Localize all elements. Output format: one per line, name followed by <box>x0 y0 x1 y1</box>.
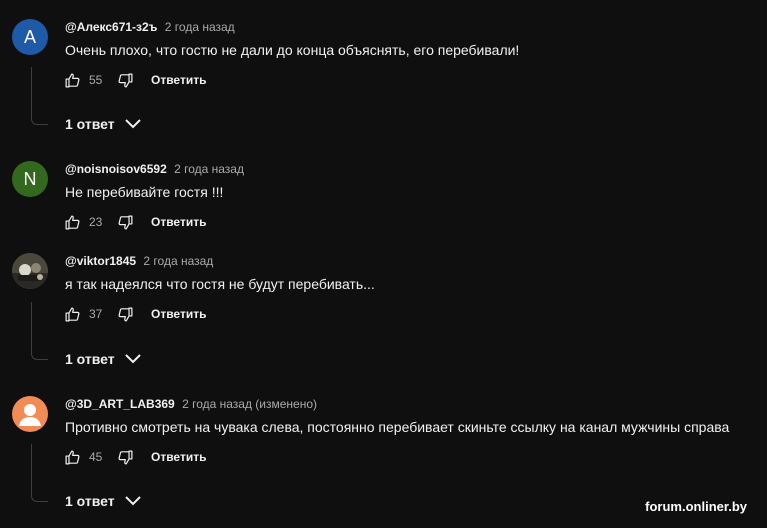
avatar[interactable] <box>12 396 48 432</box>
comment-author[interactable]: @viktor1845 <box>65 254 136 268</box>
like-count: 45 <box>89 450 103 464</box>
thumb-up-icon[interactable] <box>63 213 81 231</box>
chevron-down-icon <box>124 118 142 130</box>
like-count: 55 <box>89 73 103 87</box>
person-icon <box>19 404 41 426</box>
comment-author[interactable]: @3D_ART_LAB369 <box>65 397 175 411</box>
replies-count-label: 1 ответ <box>65 493 115 509</box>
comment-actions: 55 Ответить <box>63 68 206 92</box>
thumb-up-icon[interactable] <box>63 448 81 466</box>
replies-count-label: 1 ответ <box>65 116 115 132</box>
comment-header: @Алекс671-з2ъ 2 года назад <box>65 19 235 35</box>
thumb-down-icon[interactable] <box>116 305 134 323</box>
comment-text: я так надеялся что гостя не будут переби… <box>65 276 375 292</box>
chevron-down-icon <box>124 495 142 507</box>
comment-time[interactable]: 2 года назад (изменено) <box>182 397 317 411</box>
avatar-photo <box>12 253 48 289</box>
thumb-up-icon[interactable] <box>63 305 81 323</box>
replies-count-label: 1 ответ <box>65 351 115 367</box>
reply-button[interactable]: Ответить <box>151 73 206 87</box>
comment-header: @noisnoisov6592 2 года назад <box>65 161 244 177</box>
comment-actions: 23 Ответить <box>63 210 206 234</box>
comment-author[interactable]: @noisnoisov6592 <box>65 162 167 176</box>
comment-time[interactable]: 2 года назад <box>143 254 213 268</box>
avatar[interactable]: N <box>12 161 48 197</box>
watermark: forum.onliner.by <box>645 499 747 514</box>
like-count: 37 <box>89 307 103 321</box>
thread-line <box>31 302 48 360</box>
comment-text: Противно смотреть на чувака слева, посто… <box>65 419 730 435</box>
avatar-letter: A <box>23 26 36 47</box>
reply-button[interactable]: Ответить <box>151 215 206 229</box>
comment-time[interactable]: 2 года назад <box>165 20 235 34</box>
avatar-letter: N <box>23 168 37 189</box>
like-count: 23 <box>89 215 103 229</box>
thread-line <box>31 444 48 502</box>
reply-button[interactable]: Ответить <box>151 307 206 321</box>
comment-header: @viktor1845 2 года назад <box>65 253 213 269</box>
replies-toggle-button[interactable]: 1 ответ <box>65 114 142 134</box>
replies-toggle-button[interactable]: 1 ответ <box>65 349 142 369</box>
thumb-down-icon[interactable] <box>116 71 134 89</box>
thumb-down-icon[interactable] <box>116 213 134 231</box>
thumb-down-icon[interactable] <box>116 448 134 466</box>
comment-header: @3D_ART_LAB369 2 года назад (изменено) <box>65 396 317 412</box>
comment-time[interactable]: 2 года назад <box>174 162 244 176</box>
thumb-up-icon[interactable] <box>63 71 81 89</box>
comment-text: Очень плохо, что гостю не дали до конца … <box>65 42 520 58</box>
comment-text: Не перебивайте гостя !!! <box>65 184 224 200</box>
avatar[interactable] <box>12 253 48 289</box>
chevron-down-icon <box>124 353 142 365</box>
reply-button[interactable]: Ответить <box>151 450 206 464</box>
comment-actions: 45 Ответить <box>63 445 206 469</box>
comment-author[interactable]: @Алекс671-з2ъ <box>65 20 157 34</box>
comment-actions: 37 Ответить <box>63 302 206 326</box>
replies-toggle-button[interactable]: 1 ответ <box>65 491 142 511</box>
avatar[interactable]: A <box>12 19 48 55</box>
thread-line <box>31 67 48 125</box>
